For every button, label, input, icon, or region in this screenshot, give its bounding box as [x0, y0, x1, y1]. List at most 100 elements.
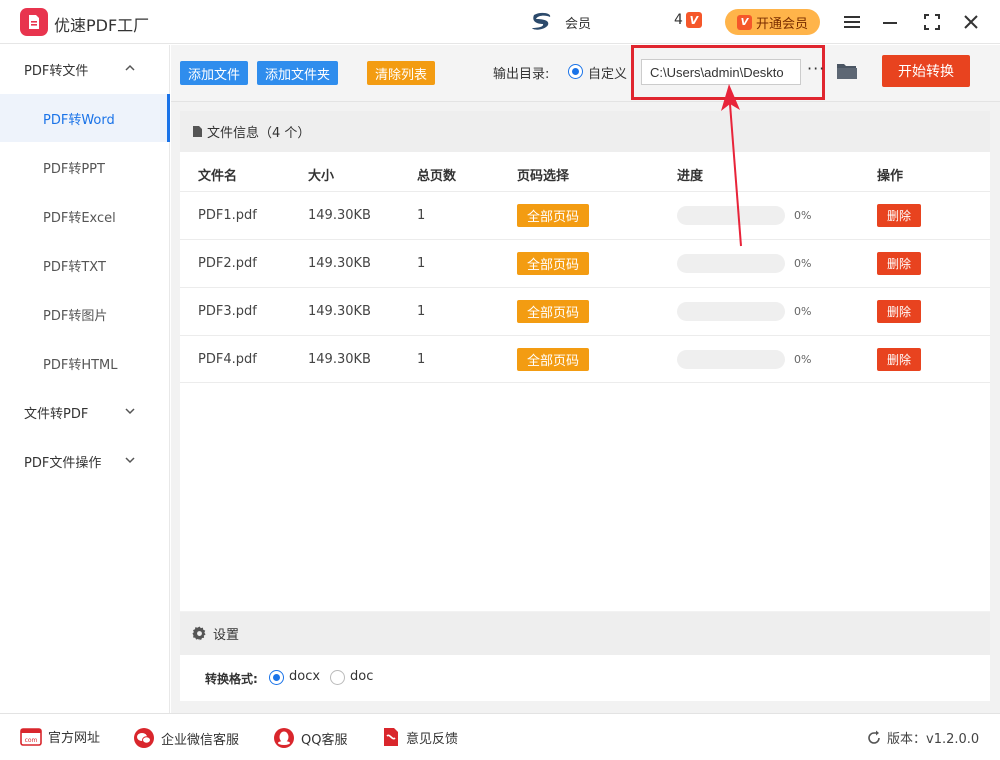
more-options-button[interactable]: ··· — [807, 59, 825, 78]
add-folder-button[interactable]: 添加文件夹 — [257, 61, 339, 85]
footer-wechat-support-link[interactable]: 企业微信客服 — [133, 727, 239, 749]
footer-link-label: QQ客服 — [301, 732, 348, 748]
format-radio-doc[interactable] — [330, 670, 345, 685]
add-file-button[interactable]: 添加文件 — [180, 61, 249, 85]
file-icon — [193, 126, 202, 137]
footer-official-site-link[interactable]: com 官方网址 — [20, 727, 100, 746]
progress-text: 0% — [794, 353, 812, 366]
output-dir-label: 输出目录: — [493, 67, 550, 82]
sidebar-item-pdf-to-txt[interactable]: PDF转TXT — [0, 241, 170, 289]
sidebar-item-pdf-to-word[interactable]: PDF转Word — [0, 94, 170, 142]
sidebar: PDF转文件 PDF转Word PDF转PPT PDF转Excel PDF转TX… — [0, 45, 170, 713]
format-label: 转换格式: — [205, 672, 258, 686]
sidebar-group-label: PDF文件操作 — [24, 455, 102, 471]
vip-level: 4 V — [674, 12, 702, 28]
website-icon: com — [20, 727, 42, 746]
chevron-down-icon — [125, 457, 135, 464]
delete-button[interactable]: 删除 — [877, 204, 921, 227]
file-pages: 1 — [417, 352, 426, 367]
menu-icon — [844, 16, 860, 28]
progress-bar — [677, 350, 785, 369]
open-folder-button[interactable] — [836, 61, 858, 81]
version-label: 版本：v1.2.0.0 — [887, 732, 980, 747]
sidebar-item-pdf-to-image[interactable]: PDF转图片 — [0, 290, 170, 338]
table-row: PDF1.pdf 149.30KB 1 全部页码 0% 删除 — [180, 191, 990, 239]
version-info: 版本：v1.2.0.0 — [866, 728, 979, 747]
maximize-button[interactable] — [920, 10, 944, 34]
start-convert-button[interactable]: 开始转换 — [882, 55, 970, 87]
column-header-name: 文件名 — [198, 169, 238, 184]
close-button[interactable] — [959, 10, 983, 34]
file-name: PDF3.pdf — [198, 304, 257, 319]
file-pages: 1 — [417, 208, 426, 223]
column-header-size: 大小 — [308, 169, 335, 184]
sidebar-group-label: PDF转文件 — [24, 63, 89, 79]
delete-button[interactable]: 删除 — [877, 252, 921, 275]
custom-output-label[interactable]: 自定义 — [588, 63, 627, 82]
progress-text: 0% — [794, 257, 812, 270]
toolbar: 添加文件 添加文件夹 清除列表 输出目录: 自定义 C:\Users\admin… — [171, 45, 1000, 102]
qq-icon — [274, 728, 294, 748]
chevron-down-icon — [125, 408, 135, 415]
minimize-button[interactable] — [878, 10, 902, 34]
table-row: PDF4.pdf 149.30KB 1 全部页码 0% 删除 — [180, 335, 990, 383]
sidebar-group-pdf-to-file[interactable]: PDF转文件 — [0, 45, 170, 93]
file-name: PDF2.pdf — [198, 256, 257, 271]
sidebar-group-pdf-operations[interactable]: PDF文件操作 — [0, 437, 170, 485]
menu-button[interactable] — [840, 10, 864, 34]
open-vip-button[interactable]: V 开通会员 — [725, 9, 820, 35]
format-option-docx[interactable]: docx — [289, 669, 320, 684]
format-radio-docx[interactable] — [269, 670, 284, 685]
format-option-doc[interactable]: doc — [350, 669, 373, 684]
settings-header: 设置 — [180, 612, 990, 655]
table-row: PDF3.pdf 149.30KB 1 全部页码 0% 删除 — [180, 287, 990, 335]
table-row: PDF2.pdf 149.30KB 1 全部页码 0% 删除 — [180, 239, 990, 287]
sidebar-item-pdf-to-html[interactable]: PDF转HTML — [0, 339, 170, 387]
settings-body: 转换格式: docx doc — [180, 655, 990, 701]
app-title: 优速PDF工厂 — [54, 16, 150, 35]
progress-bar — [677, 302, 785, 321]
file-name: PDF1.pdf — [198, 208, 257, 223]
file-size: 149.30KB — [308, 208, 371, 223]
footer-qq-support-link[interactable]: QQ客服 — [273, 727, 347, 749]
file-info-header: 文件信息（4 个） — [180, 111, 990, 152]
vip-icon: V — [736, 14, 752, 30]
user-avatar-icon[interactable] — [528, 11, 556, 33]
clear-list-button[interactable]: 清除列表 — [367, 61, 436, 85]
footer-link-label: 官方网址 — [48, 731, 101, 746]
page-select-button[interactable]: 全部页码 — [517, 204, 589, 227]
sidebar-group-file-to-pdf[interactable]: 文件转PDF — [0, 388, 170, 436]
sidebar-item-pdf-to-ppt[interactable]: PDF转PPT — [0, 143, 170, 191]
file-info-title: 文件信息（4 个） — [207, 126, 311, 141]
column-header-pages: 总页数 — [417, 169, 457, 184]
user-name[interactable]: 会员 — [565, 13, 591, 32]
progress-bar — [677, 254, 785, 273]
vip-badge-icon: V — [685, 12, 702, 28]
footer-feedback-link[interactable]: 意见反馈 — [382, 727, 458, 747]
delete-button[interactable]: 删除 — [877, 348, 921, 371]
chevron-up-icon — [125, 64, 135, 71]
file-size: 149.30KB — [308, 256, 371, 271]
file-pages: 1 — [417, 304, 426, 319]
file-pages: 1 — [417, 256, 426, 271]
close-icon — [964, 15, 978, 29]
wechat-icon — [134, 728, 154, 748]
footer-link-label: 意见反馈 — [406, 731, 459, 747]
custom-output-radio[interactable] — [568, 64, 583, 79]
title-bar: 优速PDF工厂 会员 4 V V 开通会员 — [0, 0, 1000, 44]
page-select-button[interactable]: 全部页码 — [517, 300, 589, 323]
minimize-icon — [883, 22, 897, 24]
page-select-button[interactable]: 全部页码 — [517, 252, 589, 275]
maximize-icon — [924, 14, 940, 30]
file-size: 149.30KB — [308, 304, 371, 319]
page-select-button[interactable]: 全部页码 — [517, 348, 589, 371]
annotation-arrow-icon — [721, 84, 742, 247]
delete-button[interactable]: 删除 — [877, 300, 921, 323]
column-header-page-select: 页码选择 — [517, 169, 570, 184]
vip-button-label: 开通会员 — [755, 16, 808, 32]
progress-text: 0% — [794, 209, 812, 222]
settings-title: 设置 — [213, 628, 240, 643]
progress-text: 0% — [794, 305, 812, 318]
sidebar-item-pdf-to-excel[interactable]: PDF转Excel — [0, 192, 170, 240]
file-list-panel: 文件信息（4 个） 文件名 大小 总页数 页码选择 进度 操作 PDF1.pdf… — [180, 111, 990, 611]
